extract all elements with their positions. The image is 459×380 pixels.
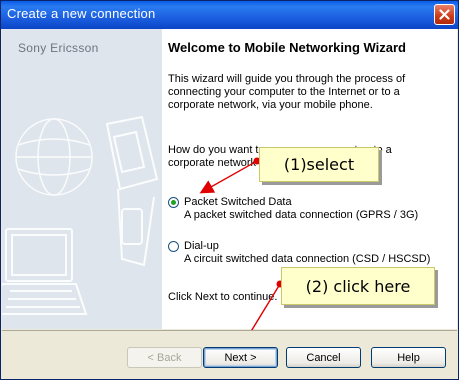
window-title: Create a new connection [7,6,156,21]
wizard-heading: Welcome to Mobile Networking Wizard [168,40,406,55]
wizard-window: Create a new connection Sony Ericsson We… [0,0,459,380]
radio-packet-switched[interactable] [168,197,179,208]
close-icon [439,9,450,20]
callout-click-here: (2) click here [281,267,435,305]
question-part-3: corporate network [168,157,257,169]
option-description: A packet switched data connection (GPRS … [184,209,419,221]
sidebar-illustration [2,115,159,315]
question-part-1: How do you want t [168,144,259,156]
back-button[interactable]: < Back [127,347,202,368]
button-bar: < Back Next > Cancel Help [2,330,457,379]
help-button[interactable]: Help [371,347,446,368]
cancel-button[interactable]: Cancel [286,347,361,368]
wizard-sidebar: Sony Ericsson [2,29,162,329]
callout-select: (1)select [259,147,379,182]
title-bar[interactable]: Create a new connection [1,1,458,29]
option-label[interactable]: Packet Switched Data [184,196,292,208]
wizard-intro: This wizard will guide you through the p… [168,73,406,111]
option-description: A circuit switched data connection (CSD … [184,253,431,265]
next-button[interactable]: Next > [203,347,278,368]
radio-dial-up[interactable] [168,241,179,252]
option-label[interactable]: Dial-up [184,240,219,252]
close-button[interactable] [434,4,455,25]
